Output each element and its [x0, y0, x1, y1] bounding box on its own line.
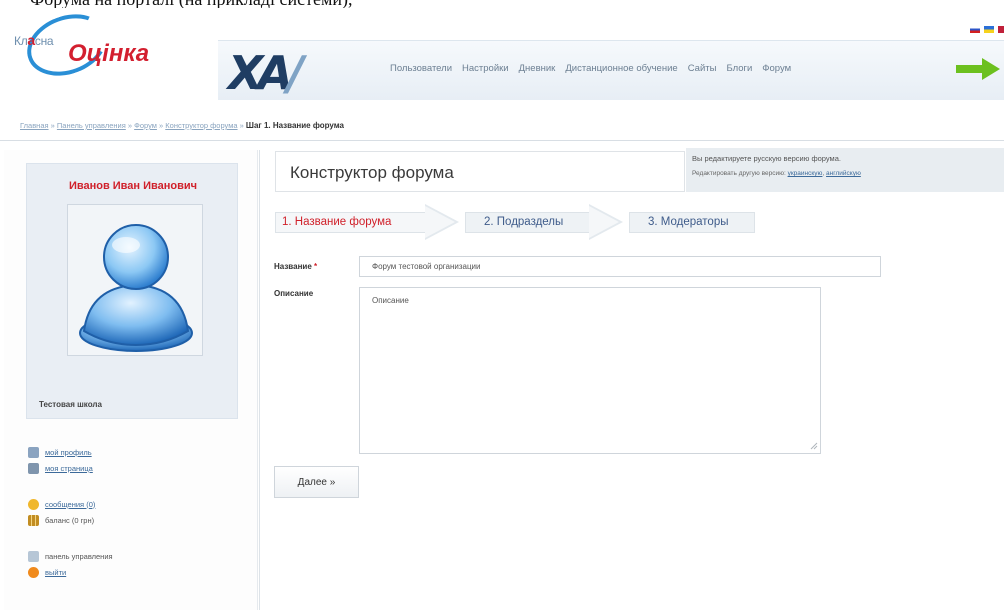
forward-arrow-icon[interactable]	[956, 56, 1000, 82]
required-mark: *	[314, 262, 318, 271]
sidebar-item-my-profile[interactable]: мой профиль	[28, 444, 248, 460]
sidebar-item-messages[interactable]: сообщения (0)	[28, 496, 248, 512]
breadcrumb-forum-builder[interactable]: Конструктор форума	[165, 121, 237, 130]
profile-card: Иванов Иван Иванович Тестовая школа	[26, 163, 238, 419]
edit-ukrainian-version-link[interactable]: украинскую	[788, 170, 823, 177]
school-name: Тестовая школа	[39, 400, 102, 409]
messages-icon	[28, 498, 39, 510]
version-switch: Редактировать другую версию: украинскую,…	[692, 170, 861, 177]
description-label: Описание	[274, 289, 314, 298]
name-label: Название *	[274, 262, 318, 271]
sidebar-item-balance: баланс (0 грн)	[28, 512, 248, 528]
sidebar-item-label: баланс (0 грн)	[45, 515, 95, 525]
balance-coins-icon	[28, 514, 39, 526]
edit-english-version-link[interactable]: английскую	[826, 170, 861, 177]
breadcrumb-control-panel[interactable]: Панель управления	[57, 121, 126, 130]
page-title-box: Конструктор форума	[275, 151, 685, 192]
avatar[interactable]	[67, 204, 203, 356]
breadcrumb-forum[interactable]: Форум	[134, 121, 157, 130]
russian-flag-icon[interactable]	[970, 26, 980, 33]
language-flags	[970, 26, 1004, 33]
header-navbar: XA/ Пользователи Настройки Дневник Диста…	[218, 40, 1004, 100]
nav-item-sites[interactable]: Сайты	[688, 63, 717, 74]
nav-item-distance-learning[interactable]: Дистанционное обучение	[565, 63, 677, 74]
version-current-text: Вы редактируете русскую версию форума.	[692, 154, 841, 163]
sidebar-item-my-page[interactable]: моя страница	[28, 460, 248, 476]
sidebar-item-label[interactable]: панель управления	[45, 552, 113, 561]
nav-item-diary[interactable]: Дневник	[519, 63, 556, 74]
nav-item-settings[interactable]: Настройки	[462, 63, 509, 74]
forum-name-input[interactable]	[359, 256, 881, 277]
ukrainian-flag-icon[interactable]	[984, 26, 994, 33]
nav-item-forum[interactable]: Форум	[762, 63, 791, 74]
sidebar-item-label[interactable]: сообщения (0)	[45, 500, 95, 509]
divider	[0, 140, 1004, 141]
description-textarea[interactable]: Описание	[359, 287, 821, 454]
sidebar-item-label[interactable]: выйти	[45, 568, 66, 577]
logo-line1-pre: Кл	[14, 34, 28, 48]
user-avatar-icon	[79, 224, 193, 352]
next-button[interactable]: Далее »	[274, 466, 359, 498]
profile-card-icon	[28, 446, 39, 458]
column-divider	[259, 150, 260, 610]
document-text: Форума на порталі (на прикладі системи),	[30, 0, 352, 8]
document-text-strip: Форума на порталі (на прикладі системи),	[0, 0, 1004, 8]
version-info: Вы редактируете русскую версию форума. Р…	[686, 148, 1004, 192]
breadcrumb: Главная » Панель управления » Форум » Ко…	[20, 121, 344, 130]
page-title: Конструктор форума	[290, 163, 454, 182]
sidebar-item-logout[interactable]: выйти	[28, 564, 248, 580]
logout-icon	[28, 566, 39, 578]
sidebar-item-label[interactable]: мой профиль	[45, 448, 92, 457]
sidebar-links: мой профиль моя страница сообщения (0) б…	[28, 444, 248, 580]
main-nav: Пользователи Настройки Дневник Дистанцио…	[390, 63, 791, 74]
user-page-icon	[28, 462, 39, 474]
nav-item-users[interactable]: Пользователи	[390, 63, 452, 74]
partner-brand-logo: XA/	[228, 46, 304, 100]
user-name[interactable]: Иванов Иван Иванович	[27, 180, 239, 192]
control-panel-icon	[28, 550, 39, 562]
resize-grip-icon[interactable]	[809, 441, 818, 450]
logo-line1-mid: а	[27, 32, 35, 48]
site-logo[interactable]: Класна Оцінка	[8, 3, 188, 87]
sidebar-item-control-panel[interactable]: панель управления	[28, 548, 248, 564]
logo-line1-post: сна	[34, 34, 54, 48]
sidebar-item-label[interactable]: моя страница	[45, 464, 93, 473]
breadcrumb-home[interactable]: Главная	[20, 121, 49, 130]
logo-line2: Оцінка	[68, 40, 150, 67]
english-flag-icon[interactable]	[998, 26, 1004, 33]
breadcrumb-current: Шаг 1. Название форума	[245, 121, 344, 130]
nav-item-blogs[interactable]: Блоги	[726, 63, 752, 74]
